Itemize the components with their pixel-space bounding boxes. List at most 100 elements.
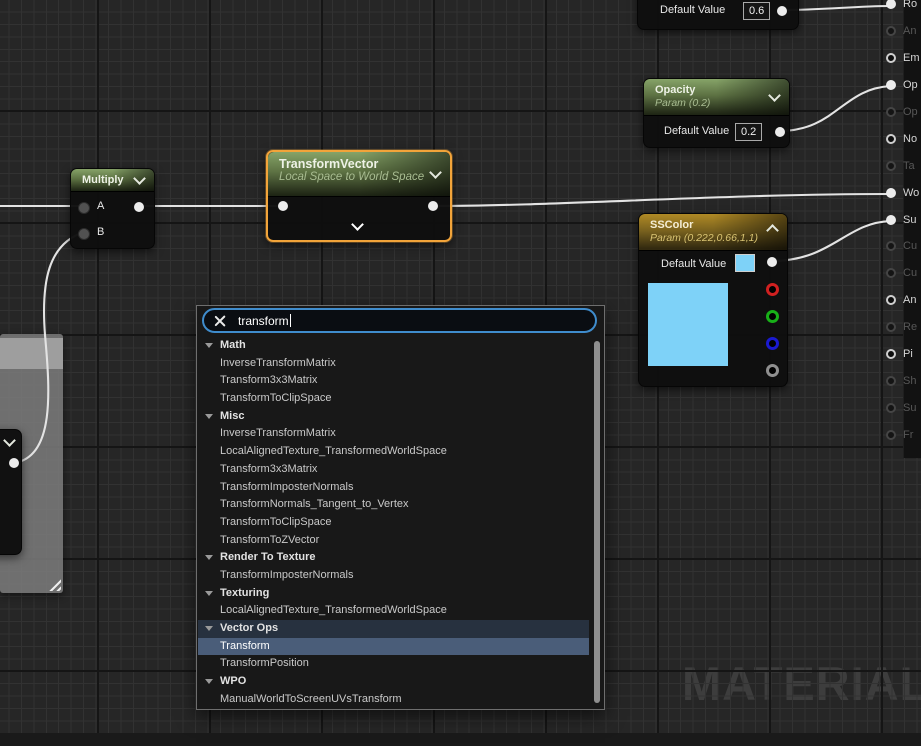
- roughness-output-pin[interactable]: [777, 6, 787, 16]
- menu-category-texturing[interactable]: Texturing: [198, 585, 589, 603]
- multiply-node[interactable]: Multiply A B: [70, 168, 155, 249]
- sscolor-node-header[interactable]: SSColor Param (0.222,0.66,1,1): [639, 214, 787, 251]
- chevron-down-icon[interactable]: [133, 172, 146, 185]
- output-pin-re-12[interactable]: Re: [886, 321, 917, 333]
- pin-circle-icon[interactable]: [886, 188, 896, 198]
- menu-item-transform3x3matrix[interactable]: Transform3x3Matrix: [198, 372, 589, 390]
- collapse-triangle-icon[interactable]: [205, 626, 213, 631]
- multiply-input-b-pin[interactable]: [78, 228, 90, 240]
- menu-item-inversetransformmatrix[interactable]: InverseTransformMatrix: [198, 355, 589, 373]
- output-pin-op-3[interactable]: Op: [886, 79, 918, 91]
- roughness-param-node[interactable]: Default Value 0.6: [637, 0, 799, 30]
- output-pin-an-1[interactable]: An: [886, 25, 916, 37]
- menu-category-wpo[interactable]: WPO: [198, 673, 589, 691]
- menu-item-transformnormals-tangent-to-vertex[interactable]: TransformNormals_Tangent_to_Vertex: [198, 496, 589, 514]
- pin-circle-icon[interactable]: [886, 134, 896, 144]
- menu-row-label: TransformToZVector: [220, 533, 320, 546]
- menu-item-localalignedtexture-transformedworldspace[interactable]: LocalAlignedTexture_TransformedWorldSpac…: [198, 443, 589, 461]
- menu-item-transform[interactable]: Transform: [198, 637, 589, 656]
- clear-search-icon[interactable]: [213, 314, 227, 328]
- output-pin-cu-9[interactable]: Cu: [886, 240, 917, 252]
- node-subtitle: Param (0.222,0.66,1,1): [650, 232, 758, 244]
- pin-circle-icon[interactable]: [886, 268, 896, 278]
- menu-item-manualworldtoscreenuvstransform[interactable]: ManualWorldToScreenUVsTransform: [198, 691, 589, 709]
- pin-circle-icon[interactable]: [886, 107, 896, 117]
- pin-circle-icon[interactable]: [886, 53, 896, 63]
- output-pin-no-5[interactable]: No: [886, 133, 917, 145]
- pin-circle-icon[interactable]: [886, 376, 896, 386]
- output-pin-cu-10[interactable]: Cu: [886, 267, 917, 279]
- collapse-triangle-icon[interactable]: [205, 343, 213, 348]
- pin-circle-icon[interactable]: [886, 80, 896, 90]
- material-graph-canvas[interactable]: MATERIAL Default Value 0.6 Opacity Param…: [0, 0, 921, 746]
- menu-item-inversetransformmatrix[interactable]: InverseTransformMatrix: [198, 425, 589, 443]
- menu-category-vector-ops[interactable]: Vector Ops: [198, 620, 589, 638]
- opacity-node-header[interactable]: Opacity Param (0.2): [644, 79, 789, 116]
- chevron-down-icon[interactable]: [3, 434, 16, 447]
- roughness-value-input[interactable]: 0.6: [743, 2, 771, 20]
- menu-item-transformimposternormals[interactable]: TransformImposterNormals: [198, 479, 589, 497]
- multiply-output-pin[interactable]: [134, 202, 144, 212]
- transformvector-input-pin[interactable]: [278, 201, 288, 211]
- output-pin-ro-0[interactable]: Ro: [886, 0, 917, 10]
- sscolor-b-output-pin[interactable]: [766, 337, 779, 350]
- output-pin-fr-16[interactable]: Fr: [886, 429, 913, 441]
- collapse-triangle-icon[interactable]: [205, 590, 213, 596]
- pin-circle-icon[interactable]: [886, 295, 896, 305]
- pin-circle-icon[interactable]: [886, 349, 896, 359]
- multiply-input-a-pin[interactable]: [78, 202, 90, 214]
- pin-circle-icon[interactable]: [886, 430, 896, 440]
- transformvector-node-header[interactable]: TransformVector Local Space to World Spa…: [268, 152, 450, 197]
- menu-category-math[interactable]: Math: [198, 337, 589, 355]
- left-node-output-pin[interactable]: [9, 458, 19, 468]
- pin-circle-icon[interactable]: [886, 215, 896, 225]
- pin-circle-icon[interactable]: [886, 161, 896, 171]
- menu-item-localalignedtexture-transformedworldspace[interactable]: LocalAlignedTexture_TransformedWorldSpac…: [198, 602, 589, 620]
- material-output-node[interactable]: [903, 0, 921, 458]
- output-pin-pi-13[interactable]: Pi: [886, 348, 913, 360]
- search-input[interactable]: transform: [202, 308, 597, 333]
- opacity-output-pin[interactable]: [775, 127, 785, 137]
- output-pin-em-2[interactable]: Em: [886, 52, 920, 64]
- sscolor-a-output-pin[interactable]: [766, 364, 779, 377]
- output-pin-an-11[interactable]: An: [886, 294, 916, 306]
- comment-frame-titlebar[interactable]: [0, 338, 63, 369]
- output-pin-ta-6[interactable]: Ta: [886, 160, 915, 172]
- output-pin-op-4[interactable]: Op: [886, 106, 918, 118]
- pin-circle-icon[interactable]: [886, 26, 896, 36]
- pin-circle-icon[interactable]: [886, 403, 896, 413]
- opacity-param-node[interactable]: Opacity Param (0.2) Default Value 0.2: [643, 78, 790, 148]
- collapse-triangle-icon[interactable]: [205, 555, 213, 561]
- opacity-value-input[interactable]: 0.2: [735, 123, 763, 141]
- resize-handle-icon[interactable]: [46, 576, 61, 591]
- multiply-node-header[interactable]: Multiply: [71, 169, 154, 192]
- menu-item-transformtoclipspace[interactable]: TransformToClipSpace: [198, 514, 589, 532]
- menu-item-transformtoclipspace[interactable]: TransformToClipSpace: [198, 390, 589, 408]
- sscolor-output-pin[interactable]: [767, 257, 777, 267]
- left-partial-node[interactable]: [0, 429, 22, 555]
- sscolor-r-output-pin[interactable]: [766, 283, 779, 296]
- sscolor-g-output-pin[interactable]: [766, 310, 779, 323]
- pin-circle-icon[interactable]: [886, 241, 896, 251]
- transformvector-output-pin[interactable]: [428, 201, 438, 211]
- menu-category-misc[interactable]: Misc: [198, 408, 589, 426]
- output-pin-su-15[interactable]: Su: [886, 402, 916, 414]
- node-search-menu[interactable]: transform Math InverseTransformMatrix Tran…: [196, 305, 605, 710]
- collapse-triangle-icon[interactable]: [205, 413, 213, 419]
- expand-advanced-icon[interactable]: [351, 218, 364, 231]
- menu-scrollbar[interactable]: [594, 341, 600, 703]
- color-swatch[interactable]: [735, 254, 755, 272]
- menu-category-render-to-texture[interactable]: Render To Texture: [198, 549, 589, 567]
- pin-circle-icon[interactable]: [886, 0, 896, 9]
- sscolor-param-node[interactable]: SSColor Param (0.222,0.66,1,1) Default V…: [638, 213, 788, 387]
- collapse-triangle-icon[interactable]: [205, 679, 213, 685]
- output-pin-su-8[interactable]: Su: [886, 214, 916, 226]
- menu-item-transformtozvector[interactable]: TransformToZVector: [198, 532, 589, 550]
- pin-circle-icon[interactable]: [886, 322, 896, 332]
- output-pin-wo-7[interactable]: Wo: [886, 187, 919, 199]
- menu-item-transform3x3matrix[interactable]: Transform3x3Matrix: [198, 461, 589, 479]
- menu-item-transformposition[interactable]: TransformPosition: [198, 655, 589, 673]
- menu-item-transformimposternormals[interactable]: TransformImposterNormals: [198, 567, 589, 585]
- output-pin-sh-14[interactable]: Sh: [886, 375, 916, 387]
- transformvector-node[interactable]: TransformVector Local Space to World Spa…: [266, 150, 452, 242]
